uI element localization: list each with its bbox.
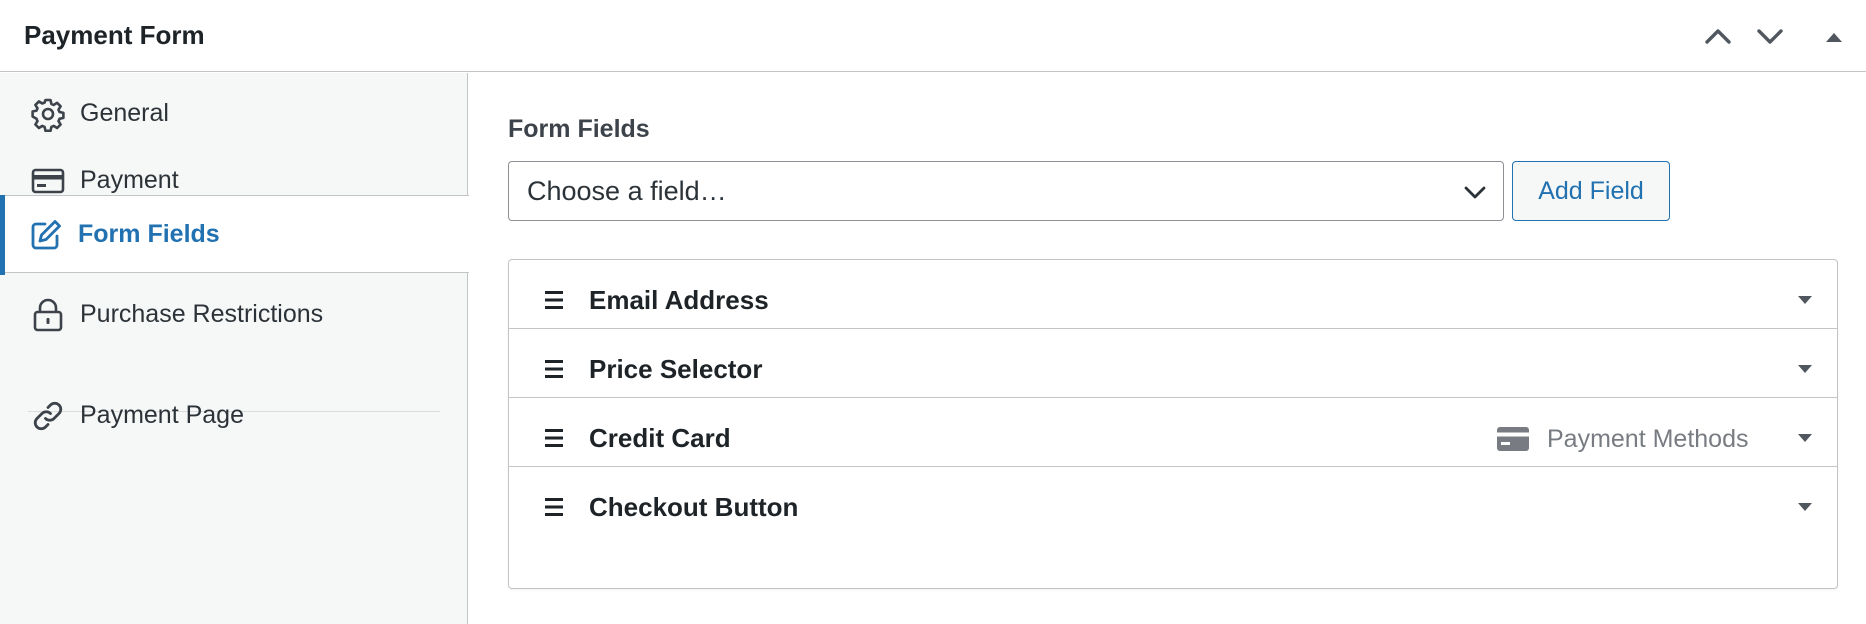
field-row-label: Price Selector bbox=[589, 354, 763, 384]
sidebar-item-form-fields[interactable]: Form Fields bbox=[0, 195, 469, 275]
form-fields-list: Email Address Price Selector Credit Card… bbox=[508, 259, 1838, 589]
section-title: Form Fields bbox=[508, 115, 650, 143]
sidebar-tabs: General Payment Form Fields Purchase Res… bbox=[0, 73, 469, 624]
field-row-label: Credit Card bbox=[589, 423, 731, 453]
gear-icon bbox=[31, 98, 65, 132]
sidebar-item-label: General bbox=[80, 99, 169, 127]
lock-icon bbox=[33, 298, 63, 332]
drag-handle-icon[interactable] bbox=[543, 288, 565, 312]
credit-card-icon bbox=[1497, 427, 1529, 451]
field-row-checkout-button[interactable]: Checkout Button bbox=[509, 466, 1837, 548]
expand-toggle-icon[interactable] bbox=[1795, 499, 1815, 515]
chevron-up-icon bbox=[1705, 29, 1731, 44]
edit-icon bbox=[31, 220, 61, 250]
field-row-label: Checkout Button bbox=[589, 492, 799, 522]
chevron-down-icon bbox=[1757, 29, 1783, 44]
drag-handle-icon[interactable] bbox=[543, 426, 565, 450]
collapse-panel-button[interactable] bbox=[1816, 18, 1852, 54]
field-type-select[interactable]: Choose a field… bbox=[508, 161, 1504, 221]
payment-methods-badge: Payment Methods bbox=[1495, 422, 1765, 456]
field-row-label: Email Address bbox=[589, 285, 769, 315]
select-value: Choose a field… bbox=[527, 176, 727, 206]
chevron-down-icon bbox=[1464, 186, 1486, 199]
move-down-button[interactable] bbox=[1752, 18, 1788, 54]
sidebar-item-label: Payment bbox=[80, 166, 179, 194]
payment-methods-label: Payment Methods bbox=[1547, 425, 1749, 453]
sidebar-item-label: Payment Page bbox=[80, 401, 244, 429]
link-icon bbox=[33, 401, 63, 431]
payment-form-panel: Payment Form General Payment Form Fields… bbox=[0, 0, 1866, 624]
form-fields-content: Form Fields Choose a field… Add Field Em… bbox=[468, 73, 1866, 624]
credit-card-icon bbox=[31, 168, 65, 194]
panel-header: Payment Form bbox=[0, 0, 1866, 72]
sidebar-item-purchase-restrictions[interactable]: Purchase Restrictions bbox=[0, 276, 468, 354]
sidebar-item-label: Form Fields bbox=[78, 220, 220, 248]
drag-handle-icon[interactable] bbox=[543, 357, 565, 381]
panel-title: Payment Form bbox=[24, 20, 205, 50]
expand-toggle-icon[interactable] bbox=[1795, 361, 1815, 377]
expand-toggle-icon[interactable] bbox=[1795, 430, 1815, 446]
expand-toggle-icon[interactable] bbox=[1795, 292, 1815, 308]
add-field-button[interactable]: Add Field bbox=[1512, 161, 1670, 221]
drag-handle-icon[interactable] bbox=[543, 495, 565, 519]
move-up-button[interactable] bbox=[1700, 18, 1736, 54]
triangle-up-icon bbox=[1826, 33, 1842, 42]
active-tab-indicator bbox=[0, 195, 5, 275]
sidebar-item-payment-page[interactable]: Payment Page bbox=[0, 377, 468, 455]
sidebar-item-label: Purchase Restrictions bbox=[80, 300, 324, 328]
